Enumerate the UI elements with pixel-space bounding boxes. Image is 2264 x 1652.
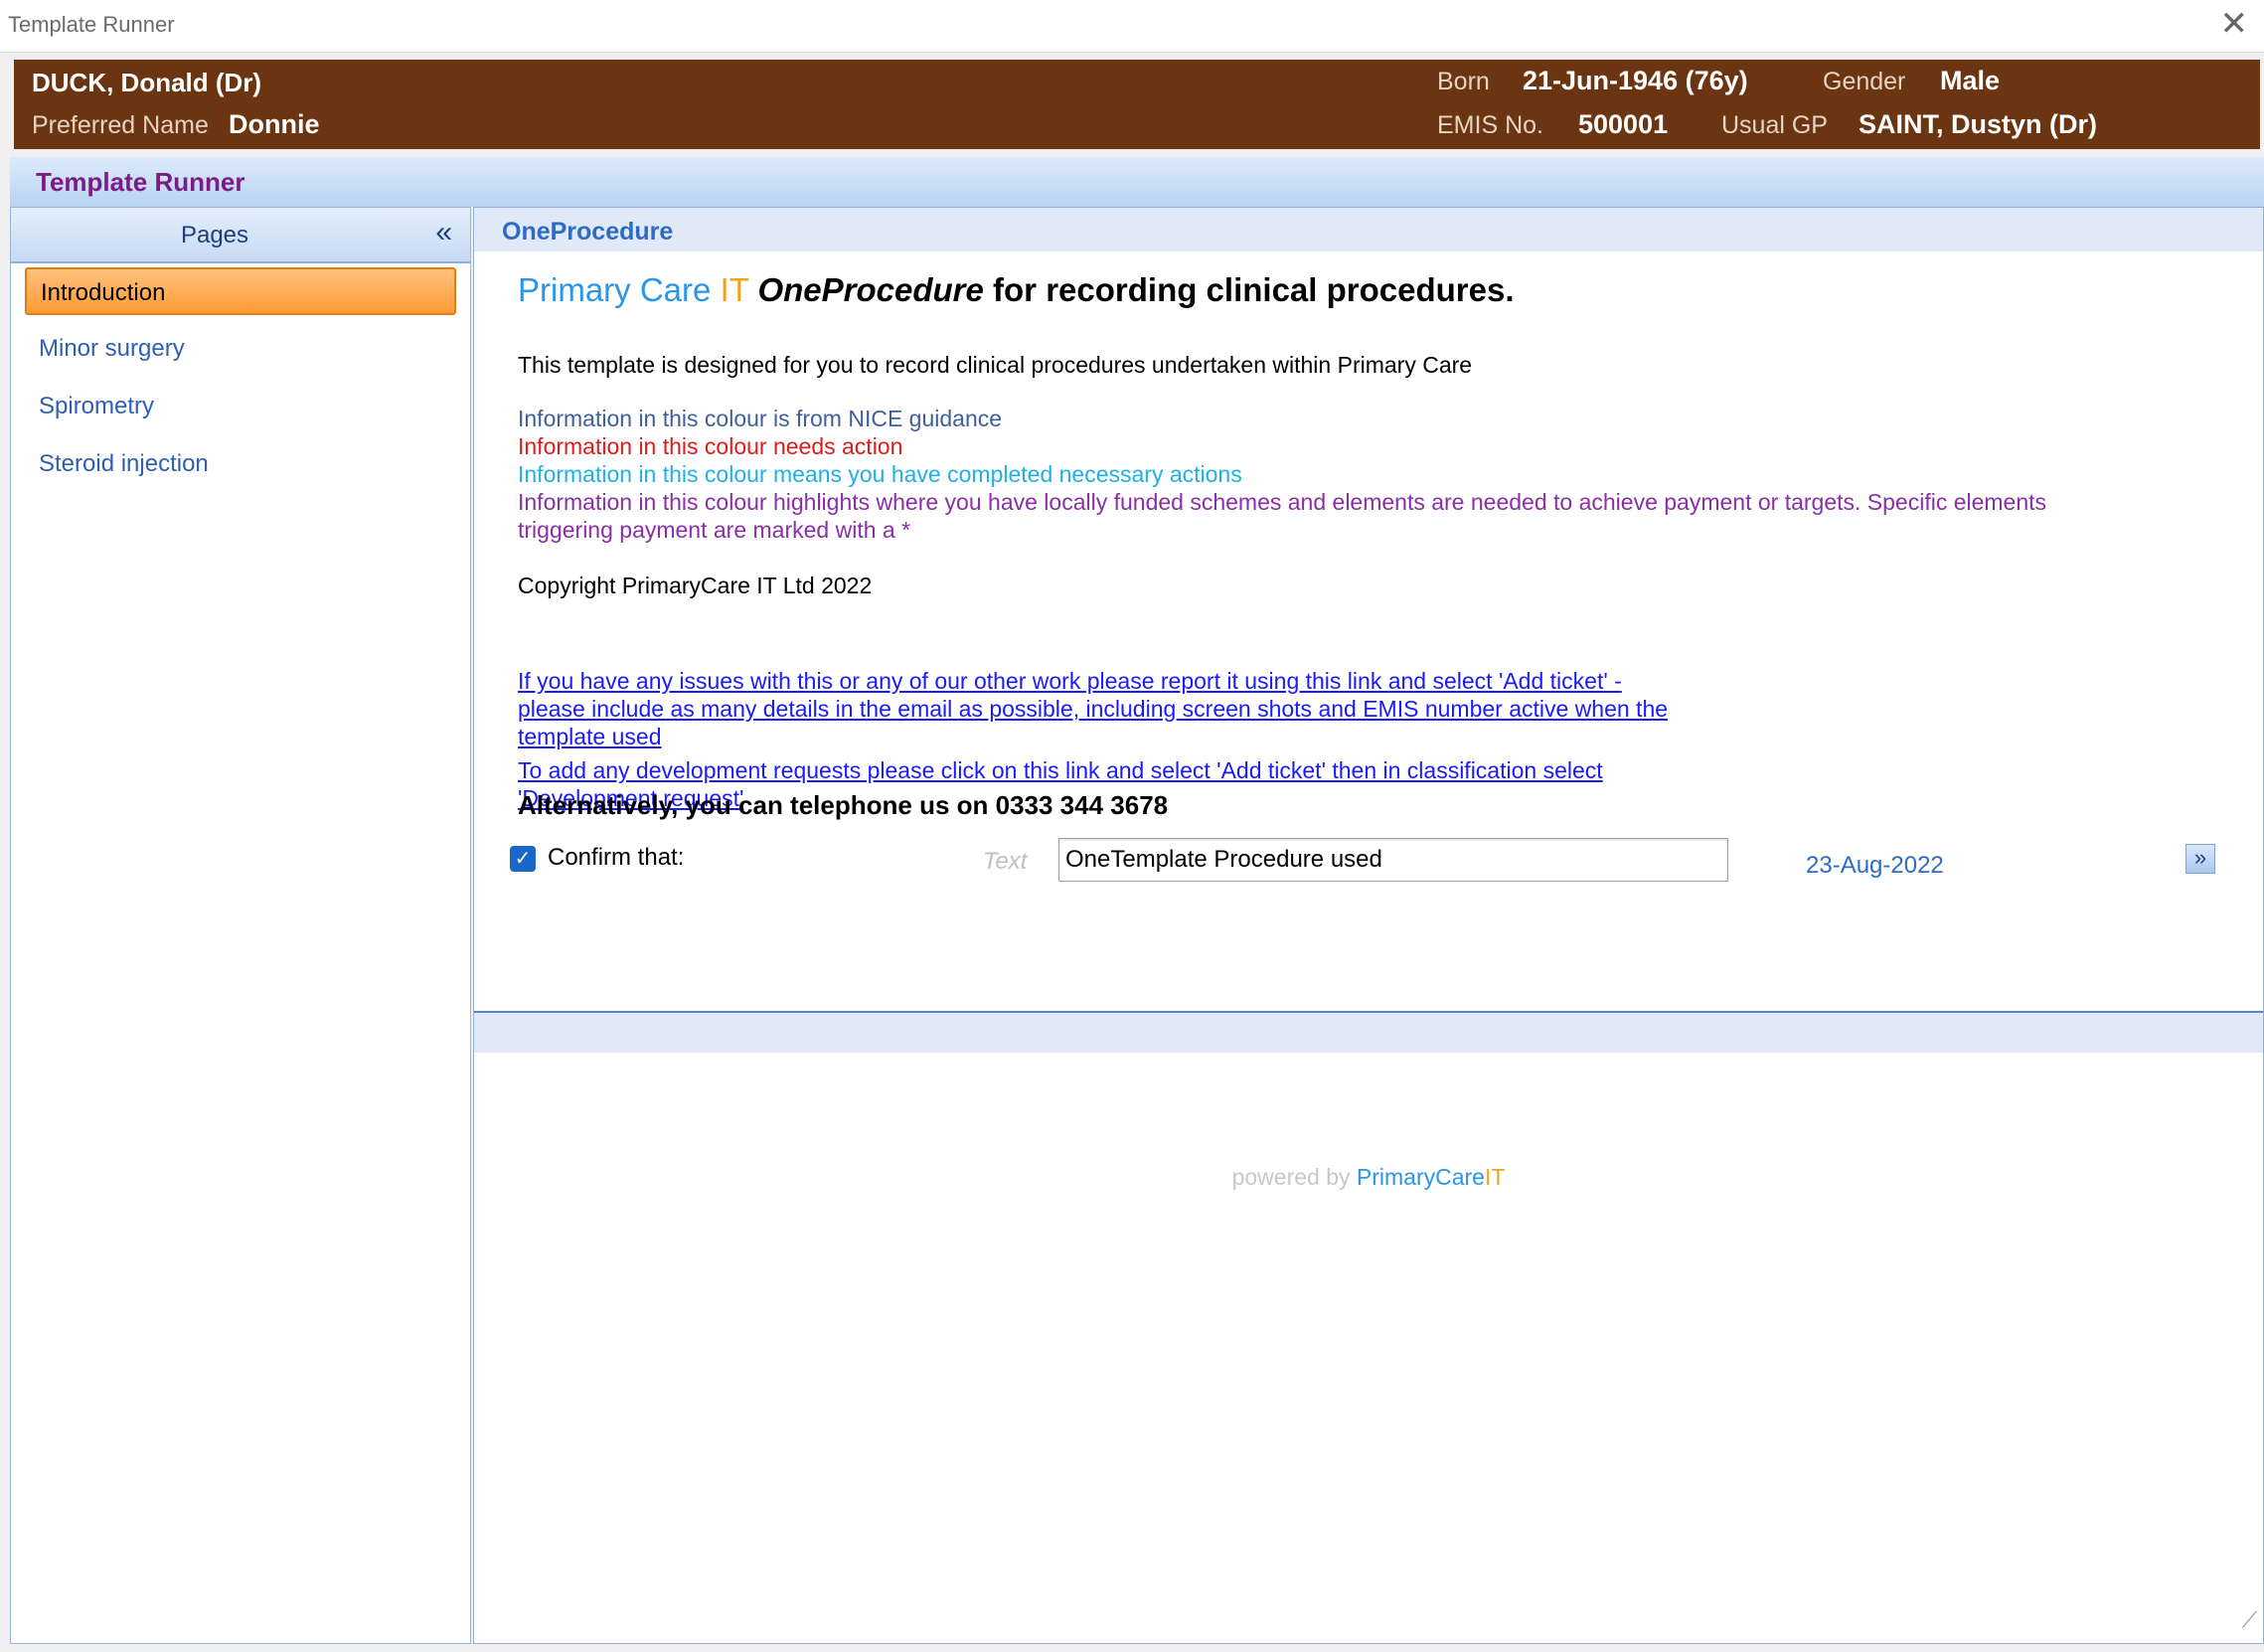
template-runner-header: Template Runner [10, 157, 2264, 207]
preferred-name-label: Preferred Name [32, 111, 209, 139]
powered-brand-primary: PrimaryCare [1356, 1164, 1485, 1190]
issues-link-line-3[interactable]: template used [518, 723, 661, 750]
emis-no-value: 500001 [1578, 109, 1669, 139]
phone-text: Alternatively, you can telephone us on 0… [518, 790, 1169, 820]
text-hint: Text [983, 848, 1028, 875]
powered-brand-it: IT [1484, 1164, 1506, 1190]
powered-by: powered by PrimaryCareIT [474, 1164, 2263, 1191]
pages-header: Pages « [11, 208, 470, 263]
emis-no-label: EMIS No. [1437, 111, 1543, 139]
template-description: This template is designed for you to rec… [518, 352, 1473, 378]
pages-sidebar: Pages « Introduction Minor surgery Spiro… [10, 207, 471, 1644]
resize-grip-icon[interactable]: ⟋ [2242, 1607, 2257, 1633]
usual-gp-label: Usual GP [1721, 111, 1828, 139]
confirm-date[interactable]: 23-Aug-2022 [1806, 852, 1944, 880]
preferred-name-value: Donnie [229, 109, 320, 139]
intro-heading: Primary Care IT OneProcedure for recordi… [518, 271, 1515, 309]
legend-local-2: triggering payment are marked with a * [518, 517, 911, 543]
legend-completed: Information in this colour means you hav… [518, 461, 1242, 487]
close-icon[interactable]: ✕ [2220, 4, 2249, 44]
next-icon[interactable]: » [2185, 844, 2215, 874]
confirm-text-input[interactable] [1058, 838, 1728, 882]
copyright: Copyright PrimaryCare IT Ltd 2022 [518, 573, 873, 598]
heading-rest: for recording clinical procedures. [993, 271, 1515, 308]
confirm-label: Confirm that: [548, 844, 685, 871]
collapse-icon[interactable]: « [435, 216, 452, 249]
window-titlebar: Template Runner ✕ [0, 0, 2264, 53]
page-item-steroid-injection[interactable]: Steroid injection [25, 440, 456, 488]
gender-value: Male [1940, 66, 2001, 95]
section-body: Primary Care IT OneProcedure for recordi… [474, 251, 2263, 1013]
page-item-spirometry[interactable]: Spirometry [25, 383, 456, 430]
page-item-introduction[interactable]: Introduction [25, 267, 456, 315]
section-footer [474, 1013, 2263, 1053]
legend-action: Information in this colour needs action [518, 433, 903, 459]
section-header: OneProcedure [474, 208, 2263, 251]
patient-name: DUCK, Donald (Dr) [32, 68, 262, 97]
issues-link-line-1[interactable]: If you have any issues with this or any … [518, 667, 1622, 695]
heading-brand-it: IT [720, 271, 749, 308]
gender-label: Gender [1823, 68, 1906, 95]
legend-local-1: Information in this colour highlights wh… [518, 489, 2047, 515]
development-link-line-1[interactable]: To add any development requests please c… [518, 756, 1603, 784]
patient-banner: DUCK, Donald (Dr) Preferred Name Donnie … [14, 60, 2260, 149]
pages-title: Pages [180, 222, 249, 248]
confirm-checkbox[interactable]: ✓ [510, 846, 536, 872]
powered-by-label: powered by [1231, 1164, 1351, 1190]
legend-nice: Information in this colour is from NICE … [518, 406, 1003, 431]
template-content: OneProcedure Primary Care IT OneProcedur… [473, 207, 2264, 1644]
page-item-minor-surgery[interactable]: Minor surgery [25, 325, 456, 373]
heading-brand-primary: Primary Care [518, 271, 712, 308]
issues-link-line-2[interactable]: please include as many details in the em… [518, 695, 1668, 723]
born-value: 21-Jun-1946 (76y) [1523, 66, 1748, 95]
window-title: Template Runner [8, 12, 175, 37]
template-runner-title: Template Runner [36, 167, 245, 197]
usual-gp-value: SAINT, Dustyn (Dr) [1859, 109, 2098, 139]
heading-product: OneProcedure [757, 271, 984, 308]
section-title: OneProcedure [502, 218, 674, 246]
born-label: Born [1437, 68, 1490, 95]
